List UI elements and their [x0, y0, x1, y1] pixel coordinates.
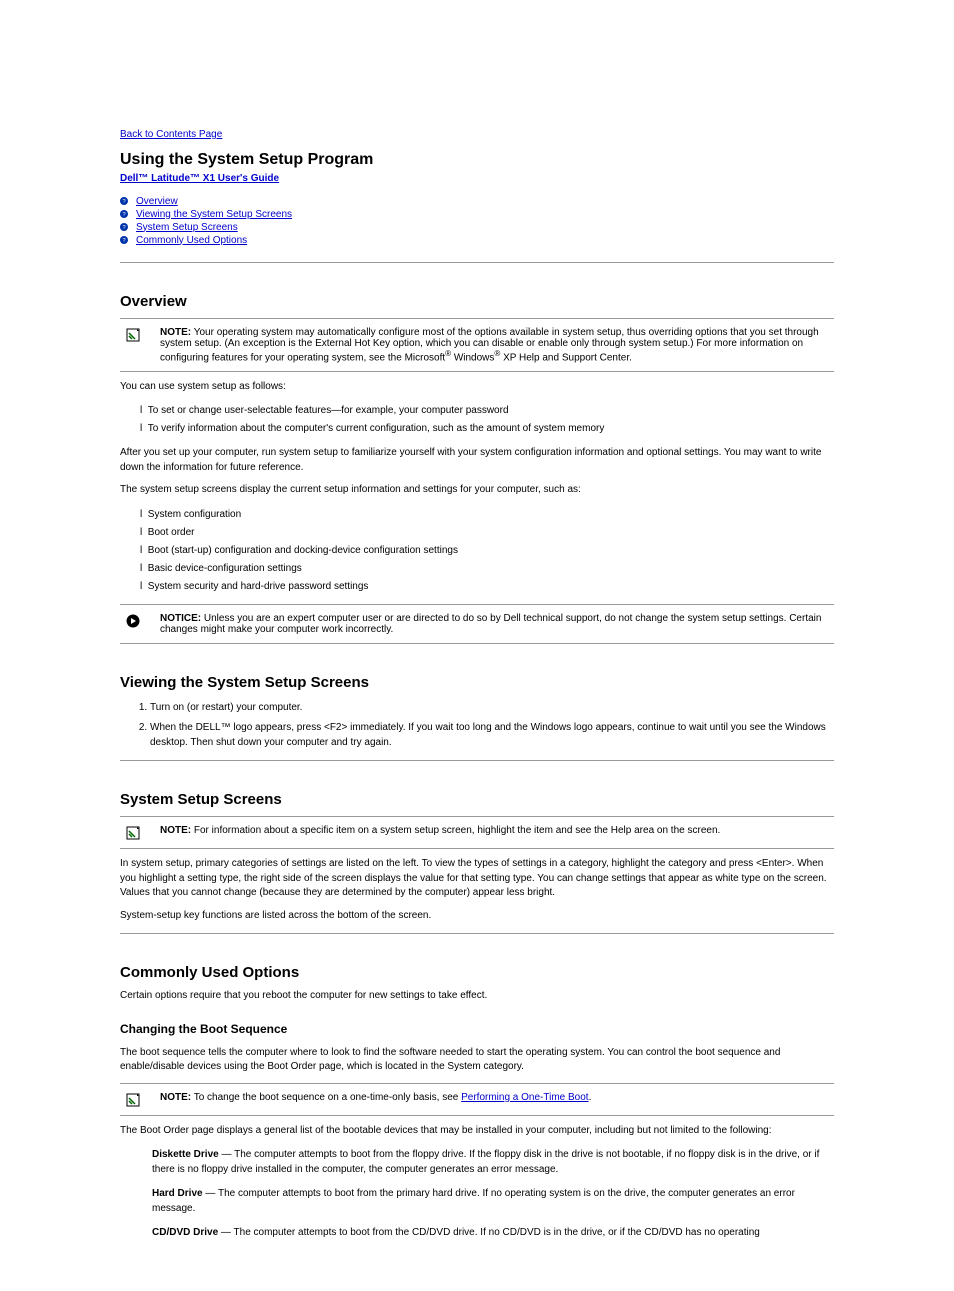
note-label: NOTE:: [160, 825, 191, 836]
overview-uses-list: l To set or change user-selectable featu…: [140, 404, 834, 436]
one-time-boot-link[interactable]: Performing a One-Time Boot: [461, 1092, 588, 1103]
notice-icon: [126, 614, 140, 628]
boot-option: Diskette Drive — The computer attempts t…: [152, 1148, 834, 1177]
list-item: l System security and hard-drive passwor…: [140, 580, 834, 594]
note-block: NOTE: To change the boot sequence on a o…: [120, 1083, 834, 1116]
screens-paragraph-1: In system setup, primary categories of s…: [120, 857, 834, 901]
toc-link-common[interactable]: Commonly Used Options: [136, 235, 247, 246]
notice-label: NOTICE:: [160, 613, 201, 624]
notice-block: NOTICE: Unless you are an expert compute…: [120, 604, 834, 644]
table-of-contents: ? Overview ? Viewing the System Setup Sc…: [120, 196, 834, 246]
list-item: l Boot (start-up) configuration and dock…: [140, 544, 834, 558]
overview-contain-intro: The system setup screens display the cur…: [120, 483, 834, 498]
common-restart-note: Certain options require that you reboot …: [120, 989, 834, 1004]
note-label: NOTE:: [160, 327, 191, 338]
note-block: NOTE: Your operating system may automati…: [120, 318, 834, 372]
option-name: CD/DVD Drive: [152, 1227, 218, 1238]
svg-text:?: ?: [122, 225, 125, 231]
note-block: NOTE: For information about a specific i…: [120, 816, 834, 849]
divider: [120, 760, 834, 761]
page-title: Using the System Setup Program: [120, 151, 834, 169]
note-icon: [126, 826, 140, 840]
step-item: Turn on (or restart) your computer.: [150, 701, 834, 716]
viewing-steps: Turn on (or restart) your computer. When…: [120, 701, 834, 751]
document-page: Back to Contents Page Using the System S…: [0, 0, 954, 1291]
guide-title-link[interactable]: Dell™ Latitude™ X1 User's Guide: [120, 173, 279, 184]
svg-text:?: ?: [122, 238, 125, 244]
note-icon: [126, 328, 140, 342]
list-item: l Boot order: [140, 526, 834, 540]
list-item: l Basic device-configuration settings: [140, 562, 834, 576]
note-text: NOTE: For information about a specific i…: [154, 817, 834, 849]
divider: [120, 262, 834, 263]
note-icon: [126, 1093, 140, 1107]
back-to-contents-link[interactable]: Back to Contents Page: [120, 129, 222, 140]
overview-use-intro: You can use system setup as follows:: [120, 380, 834, 395]
help-icon: ?: [120, 210, 128, 218]
screens-heading: System Setup Screens: [120, 791, 834, 808]
list-item: l System configuration: [140, 508, 834, 522]
svg-text:?: ?: [122, 199, 125, 205]
boot-list-intro: The Boot Order page displays a general l…: [120, 1124, 834, 1139]
option-name: Hard Drive: [152, 1188, 203, 1199]
overview-heading: Overview: [120, 293, 834, 310]
overview-contains-list: l System configuration l Boot order l Bo…: [140, 508, 834, 594]
note-text: NOTE: Your operating system may automati…: [154, 318, 834, 371]
common-heading: Commonly Used Options: [120, 964, 834, 981]
option-desc: The computer attempts to boot from the C…: [234, 1227, 760, 1238]
boot-options-list: Diskette Drive — The computer attempts t…: [152, 1148, 834, 1241]
list-item: l To verify information about the comput…: [140, 422, 834, 436]
svg-text:?: ?: [122, 212, 125, 218]
toc-link-screens[interactable]: System Setup Screens: [136, 222, 238, 233]
help-icon: ?: [120, 236, 128, 244]
option-name: Diskette Drive: [152, 1149, 219, 1160]
option-desc: The computer attempts to boot from the f…: [152, 1149, 819, 1175]
step-item: When the DELL™ logo appears, press <F2> …: [150, 721, 834, 750]
viewing-heading: Viewing the System Setup Screens: [120, 674, 834, 691]
note-text: NOTE: To change the boot sequence on a o…: [154, 1083, 834, 1115]
boot-sequence-subheading: Changing the Boot Sequence: [120, 1022, 834, 1036]
help-icon: ?: [120, 197, 128, 205]
divider: [120, 933, 834, 934]
boot-option: Hard Drive — The computer attempts to bo…: [152, 1187, 834, 1216]
toc-link-overview[interactable]: Overview: [136, 196, 178, 207]
toc-link-viewing[interactable]: Viewing the System Setup Screens: [136, 209, 292, 220]
option-desc: The computer attempts to boot from the p…: [152, 1188, 795, 1214]
note-label: NOTE:: [160, 1092, 191, 1103]
help-icon: ?: [120, 223, 128, 231]
boot-option: CD/DVD Drive — The computer attempts to …: [152, 1226, 834, 1241]
list-item: l To set or change user-selectable featu…: [140, 404, 834, 418]
screens-paragraph-2: System-setup key functions are listed ac…: [120, 909, 834, 924]
boot-intro: The boot sequence tells the computer whe…: [120, 1046, 834, 1075]
notice-text: NOTICE: Unless you are an expert compute…: [154, 604, 834, 643]
overview-after: After you set up your computer, run syst…: [120, 446, 834, 475]
